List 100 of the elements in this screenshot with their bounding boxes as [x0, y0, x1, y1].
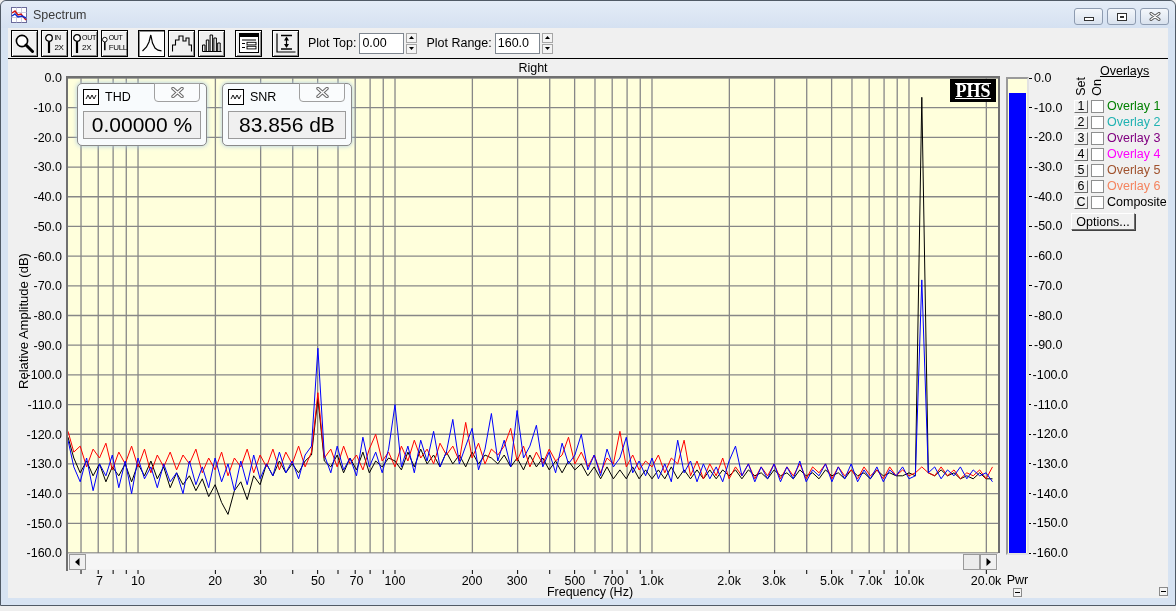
checkbox[interactable]	[1091, 99, 1104, 113]
close-icon	[315, 87, 329, 98]
overlay-set-button[interactable]: 4	[1074, 147, 1088, 161]
meter-scale-label: -80.0	[1034, 308, 1063, 323]
spin-down-button[interactable]	[406, 43, 418, 54]
overlay-label: Overlay 3	[1107, 131, 1161, 145]
number-field[interactable]: 160.0	[494, 32, 540, 54]
x-tick-label: 50	[310, 573, 325, 588]
meter-scale-label: -130.0	[1032, 456, 1068, 471]
checkbox[interactable]	[1091, 131, 1104, 145]
y-tick-label: -40.0	[33, 190, 62, 205]
waveform-icon	[83, 89, 99, 105]
collapse-button[interactable]	[1013, 588, 1022, 597]
bar-graph-icon	[201, 34, 222, 52]
maximize-button[interactable]	[1107, 8, 1136, 25]
overlay-set-button[interactable]: 5	[1074, 163, 1088, 177]
checkbox[interactable]	[1091, 195, 1104, 209]
column-header: On	[1090, 79, 1104, 96]
number-field[interactable]: 0.00	[359, 32, 405, 54]
x-tick-label: 2.0k	[717, 573, 741, 588]
readout-title: THD	[105, 89, 131, 105]
collapse-button[interactable]	[1159, 587, 1168, 596]
minimize-button[interactable]	[1074, 8, 1103, 25]
y-tick-label: -80.0	[33, 308, 62, 323]
x-tick-label: 7	[96, 573, 103, 588]
field-label: Plot Top:	[308, 36, 357, 50]
graph-mode-button[interactable]	[138, 29, 165, 57]
magnifier-icon	[45, 33, 54, 53]
options-button[interactable]: Options...	[1071, 213, 1135, 230]
overlay-set-button[interactable]: C	[1074, 195, 1088, 209]
close-button[interactable]	[1140, 8, 1169, 25]
logo: PHS	[950, 79, 996, 102]
spin-down-button[interactable]	[541, 43, 553, 54]
field-label: Plot Range:	[426, 36, 492, 50]
checkbox[interactable]	[1091, 179, 1104, 193]
y-tick-label: -60.0	[33, 249, 62, 264]
meter-scale-label: -120.0	[1032, 427, 1068, 442]
minus-icon	[1015, 592, 1020, 593]
y-tick-label: -150.0	[26, 516, 62, 531]
readout-value: 83.856 dB	[228, 111, 346, 139]
overlay-label: Overlay 1	[1107, 99, 1161, 113]
overlay-label: Overlay 5	[1107, 163, 1161, 177]
close-button[interactable]	[154, 83, 200, 102]
x-tick-label: 10.0k	[893, 573, 925, 588]
x-tick-label: 1.0k	[640, 573, 664, 588]
x-tick-label: 30	[253, 573, 268, 588]
overlay-set-button[interactable]: 3	[1074, 131, 1088, 145]
graph-mode-button[interactable]	[168, 29, 195, 57]
magnifier-icon	[15, 33, 34, 53]
x-tick-label: 100	[384, 573, 406, 588]
meter-scale-label: 0.0	[1034, 71, 1052, 85]
window-title: Spectrum	[33, 7, 87, 22]
close-button[interactable]	[299, 83, 345, 102]
scroll-thumb[interactable]	[963, 554, 980, 570]
scroll-right-button[interactable]	[980, 554, 997, 570]
spin-up-button[interactable]	[541, 32, 553, 43]
overlay-label: Composite	[1107, 195, 1167, 209]
overlay-label: Overlay 6	[1107, 179, 1161, 193]
scroll-left-button[interactable]	[69, 554, 86, 570]
list-panel-icon	[238, 33, 259, 53]
meter-scale-label: -110.0	[1033, 397, 1068, 412]
toolbar-button[interactable]	[235, 29, 262, 57]
magnifier-icon	[73, 33, 82, 53]
y-tick-label: -30.0	[33, 160, 62, 175]
x-tick-label: 500	[564, 573, 586, 588]
y-tick-label: -20.0	[33, 130, 62, 145]
overlay-label: Overlay 4	[1107, 147, 1161, 161]
spin-up-button[interactable]	[406, 32, 418, 43]
x-tick-label: 300	[506, 573, 528, 588]
chart-title: Right	[518, 60, 548, 75]
toolbar-button[interactable]	[272, 29, 299, 57]
checkbox[interactable]	[1091, 147, 1104, 161]
meter-scale-label: -30.0	[1034, 160, 1063, 175]
zoom-button[interactable]	[11, 29, 38, 57]
down-triangle-icon	[409, 47, 415, 50]
y-tick-label: -70.0	[33, 279, 62, 294]
overlay-set-button[interactable]: 6	[1074, 179, 1088, 193]
meter-scale-label: -60.0	[1034, 249, 1063, 264]
checkbox[interactable]	[1091, 163, 1104, 177]
chart-icon	[11, 6, 27, 23]
x-tick-label: 700	[603, 573, 624, 588]
right-arrow-icon	[986, 558, 991, 566]
meter-scale-label: -70.0	[1034, 278, 1063, 293]
overlay-set-button[interactable]: 2	[1074, 115, 1088, 129]
minus-icon	[1161, 591, 1166, 592]
meter-scale-label: -150.0	[1032, 516, 1068, 531]
close-icon	[170, 87, 184, 98]
y-tick-label: -140.0	[26, 487, 62, 501]
checkbox[interactable]	[1091, 115, 1104, 129]
x-tick-label: 20.0k	[970, 573, 1002, 588]
up-triangle-icon	[409, 36, 415, 39]
column-header: Set	[1074, 77, 1088, 96]
overlay-set-button[interactable]: 1	[1074, 99, 1088, 113]
x-tick-label: 5.0k	[820, 573, 844, 588]
y-tick-label: -50.0	[33, 219, 62, 234]
meter-scale-label: -20.0	[1034, 130, 1063, 145]
graph-mode-button[interactable]	[198, 29, 225, 57]
up-triangle-icon	[544, 36, 550, 39]
y-tick-label: -110.0	[27, 397, 62, 412]
x-tick-label: 3.0k	[762, 573, 786, 588]
